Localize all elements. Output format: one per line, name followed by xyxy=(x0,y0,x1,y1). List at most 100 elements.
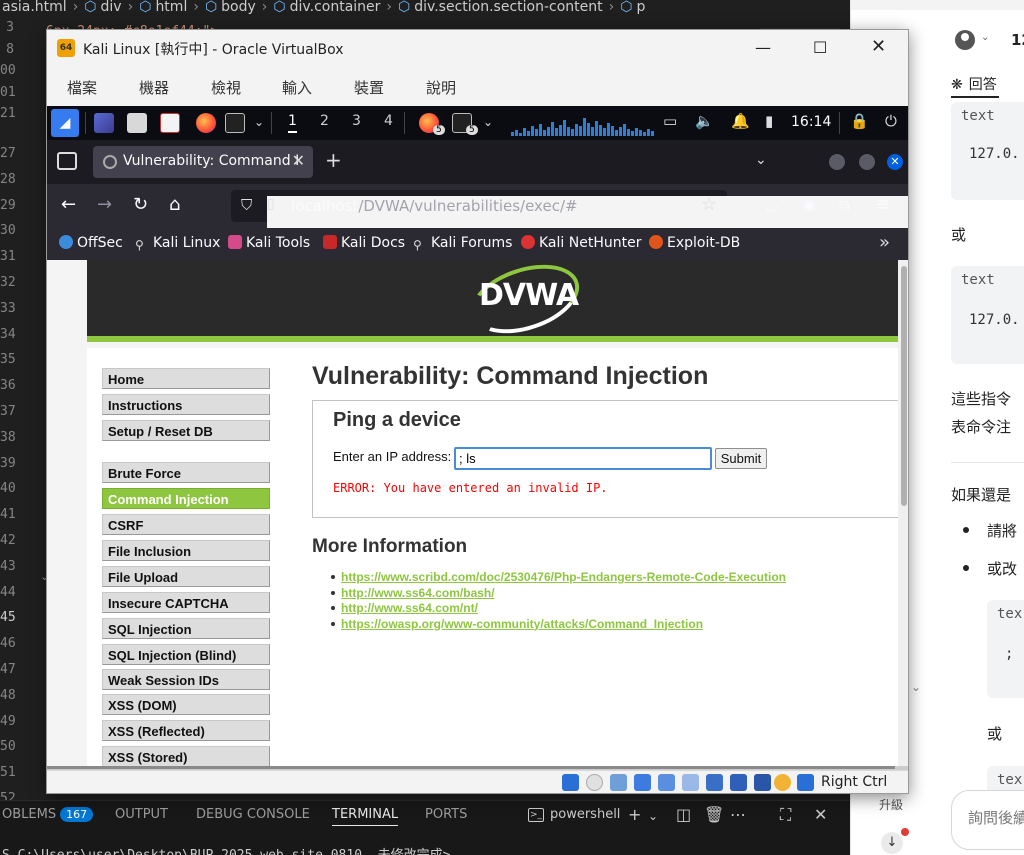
dvwa-menu-command-injection[interactable]: Command Injection xyxy=(102,488,270,509)
web-page[interactable]: DVWA Home Instructions Setup / Reset DB Bru… xyxy=(47,260,898,766)
hamburger-menu-icon[interactable]: ≡ xyxy=(875,194,890,215)
dvwa-menu-sql-injection-blind[interactable]: SQL Injection (Blind) xyxy=(102,644,270,665)
chevron-down-icon[interactable]: ⌄ xyxy=(254,115,264,129)
menu-devices[interactable]: 裝置 xyxy=(354,77,384,98)
workspace-1[interactable]: 1 xyxy=(288,113,297,133)
firefox-icon[interactable] xyxy=(196,113,216,133)
maximize-panel-icon[interactable]: ⛶ xyxy=(780,805,791,825)
split-terminal-icon[interactable]: ◫ xyxy=(676,805,691,824)
bookmark-exploit-db[interactable]: Exploit-DB xyxy=(649,235,740,251)
dvwa-menu-xss-dom[interactable]: XSS (DOM) xyxy=(102,694,270,715)
keyboard-capture-icon[interactable] xyxy=(797,774,814,791)
breadcrumb-file[interactable]: asia.html xyxy=(2,0,67,14)
file-manager-icon[interactable] xyxy=(127,113,147,133)
hard-disk-icon[interactable] xyxy=(562,774,579,791)
workspace-2[interactable]: 2 xyxy=(320,113,329,129)
extensions-icon[interactable]: ⧉ xyxy=(839,196,850,214)
terminal-selector[interactable]: >_ powershell xyxy=(528,807,620,822)
network-icon[interactable] xyxy=(634,774,651,791)
clock[interactable]: 16:14 xyxy=(791,114,831,130)
bookmark-kali-linux[interactable]: ⚲ Kali Linux xyxy=(135,235,220,252)
more-bookmarks-icon[interactable]: » xyxy=(879,232,890,253)
bookmark-kali-tools[interactable]: Kali Tools xyxy=(228,235,310,251)
breadcrumb-container[interactable]: div.container xyxy=(290,0,381,14)
reload-icon[interactable]: ↻ xyxy=(133,194,148,215)
close-panel-icon[interactable]: ✕ xyxy=(814,805,827,824)
maximize-dot[interactable] xyxy=(859,154,875,170)
tab-problems[interactable]: OBLEMS 167 xyxy=(2,807,94,822)
tab-overview-icon[interactable] xyxy=(57,152,77,170)
lock-icon[interactable]: 🔒 xyxy=(850,112,869,130)
bookmark-kali-docs[interactable]: Kali Docs xyxy=(323,235,405,251)
dvwa-menu-xss-stored[interactable]: XSS (Stored) xyxy=(102,746,270,766)
bookmark-kali-nethunter[interactable]: Kali NetHunter xyxy=(521,235,641,251)
close-icon[interactable]: ✕ xyxy=(871,36,886,57)
dvwa-menu-home[interactable]: Home xyxy=(102,368,270,389)
breadcrumb-section[interactable]: div.section.section-content xyxy=(414,0,602,14)
terminal-icon[interactable] xyxy=(225,113,245,133)
dvwa-menu-sql-injection[interactable]: SQL Injection xyxy=(102,618,270,639)
new-terminal-plus-icon[interactable]: + xyxy=(628,805,641,824)
minimize-dot[interactable] xyxy=(829,154,845,170)
submit-button[interactable]: Submit xyxy=(715,448,767,469)
audio-icon[interactable] xyxy=(610,774,627,791)
dvwa-menu-brute-force[interactable]: Brute Force xyxy=(102,462,270,483)
chevron-down-icon[interactable]: ⌄ xyxy=(981,32,989,43)
scroll-indicator-icon[interactable]: ⌄ xyxy=(911,680,921,694)
cpu-icon[interactable] xyxy=(754,774,771,791)
text-editor-icon[interactable] xyxy=(160,113,180,133)
tracking-shield-icon[interactable]: ⛉ xyxy=(241,196,252,214)
tab-ports[interactable]: PORTS xyxy=(425,807,467,822)
minimize-icon[interactable]: — xyxy=(755,38,771,57)
notification-bell-icon[interactable]: 🔔 xyxy=(731,112,750,130)
show-desktop-icon[interactable] xyxy=(94,113,114,133)
home-icon[interactable]: ⌂ xyxy=(169,194,180,215)
close-tab-icon[interactable]: ✕ xyxy=(292,151,305,170)
dvwa-menu-file-inclusion[interactable]: File Inclusion xyxy=(102,540,270,561)
follow-up-input[interactable]: 詢問後續 xyxy=(951,790,1024,850)
menu-machine[interactable]: 機器 xyxy=(139,77,169,98)
dvwa-menu-csrf[interactable]: CSRF xyxy=(102,514,270,535)
battery-icon[interactable]: ▮ xyxy=(765,112,773,130)
dvwa-menu-insecure-captcha[interactable]: Insecure CAPTCHA xyxy=(102,592,270,613)
tab-command-injection[interactable]: Vulnerability: Command I ✕ xyxy=(93,146,313,178)
new-tab-icon[interactable]: + xyxy=(325,148,342,172)
trash-icon[interactable]: 🗑 xyxy=(704,805,724,824)
shared-folders-icon[interactable] xyxy=(682,774,699,791)
account-icon[interactable]: ◉ xyxy=(803,196,816,214)
kali-menu-icon[interactable]: ◢ xyxy=(51,109,79,137)
dvwa-menu-file-upload[interactable]: File Upload xyxy=(102,566,270,587)
display-icon[interactable] xyxy=(706,774,723,791)
dvwa-menu-setup-reset-db[interactable]: Setup / Reset DB xyxy=(102,420,270,441)
breadcrumb-div[interactable]: div xyxy=(101,0,122,14)
dvwa-menu-xss-reflected[interactable]: XSS (Reflected) xyxy=(102,720,270,741)
scrollbar-thumb[interactable] xyxy=(47,766,895,769)
guest-screen[interactable]: ◢ ⌄ 1 2 3 4 5 5 ⌄ ▭ � xyxy=(47,106,908,766)
download-icon[interactable]: ↓ xyxy=(881,832,903,854)
reference-link-ss64-bash[interactable]: http://www.ss64.com/bash/ xyxy=(341,586,495,600)
reference-link-ss64-nt[interactable]: http://www.ss64.com/nt/ xyxy=(341,601,478,615)
recording-icon[interactable] xyxy=(730,774,747,791)
display-icon[interactable]: ▭ xyxy=(663,112,677,130)
forward-icon[interactable]: → xyxy=(97,194,112,215)
tab-debug-console[interactable]: DEBUG CONSOLE xyxy=(196,807,310,822)
breadcrumb-p[interactable]: p xyxy=(636,0,645,14)
workspace-3[interactable]: 3 xyxy=(352,113,361,129)
usb-icon[interactable] xyxy=(658,774,675,791)
ip-address-input[interactable]: ; ls xyxy=(454,447,712,470)
close-window-icon[interactable]: ✕ xyxy=(887,154,903,170)
maximize-icon[interactable]: ☐ xyxy=(813,38,827,57)
tab-output[interactable]: OUTPUT xyxy=(115,807,168,822)
menu-file[interactable]: 檔案 xyxy=(67,77,97,98)
breadcrumb-html[interactable]: html xyxy=(155,0,187,14)
dvwa-menu-instructions[interactable]: Instructions xyxy=(102,394,270,415)
reference-link-scribd[interactable]: https://www.scribd.com/doc/2530476/Php-E… xyxy=(341,570,786,584)
menu-help[interactable]: 說明 xyxy=(426,77,456,98)
chevron-down-icon[interactable]: ⌄ xyxy=(648,809,658,823)
bookmark-kali-forums[interactable]: ⚲ Kali Forums xyxy=(413,235,512,252)
back-icon[interactable]: ← xyxy=(61,194,76,215)
title-bar[interactable]: 64 Kali Linux [執行中] - Oracle VirtualBox … xyxy=(47,30,908,66)
upgrade-label[interactable]: 升級 xyxy=(879,796,903,813)
editor-breadcrumb[interactable]: asia.html › ⬡ div › ⬡ html › ⬡ body › ⬡ div.containe… xyxy=(0,0,850,14)
bookmark-offsec[interactable]: OffSec xyxy=(59,235,123,251)
